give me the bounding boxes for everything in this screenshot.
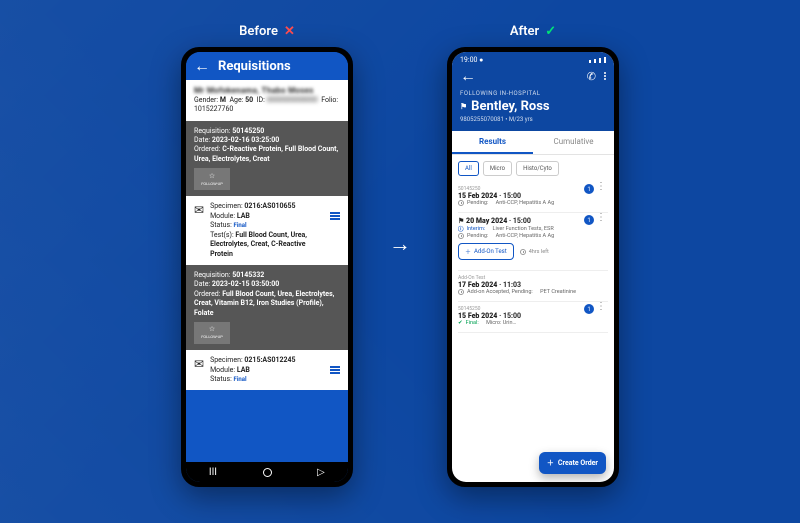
requisition-card[interactable]: Requisition: 50145332 Date: 2023-02-15 0… bbox=[186, 265, 348, 350]
followup-button[interactable]: ☆ FOLLOW-UP bbox=[194, 168, 230, 190]
tab-results[interactable]: Results bbox=[452, 131, 533, 154]
before-phone: ← Requisitions Mr Mofokenama, Thabo Mose… bbox=[181, 47, 353, 487]
id-label: ID: bbox=[257, 96, 265, 104]
status-time: 19:00 bbox=[460, 56, 477, 64]
result-card[interactable]: Add-On Test 17 Feb 2024 · 11:03 Add-on A… bbox=[458, 271, 608, 302]
before-caption: Before ✕ bbox=[239, 24, 295, 39]
kebab-icon[interactable]: ⋮ bbox=[596, 215, 606, 221]
tabs: Results Cumulative bbox=[452, 131, 614, 155]
create-order-button[interactable]: ＋ Create Order bbox=[539, 452, 606, 474]
clock-icon bbox=[458, 289, 464, 295]
signal-icon bbox=[589, 57, 606, 63]
plus-icon: ＋ bbox=[547, 458, 554, 468]
age-label: Age: bbox=[229, 96, 243, 104]
star-icon: ☆ bbox=[209, 326, 215, 333]
after-check-icon: ✓ bbox=[545, 24, 556, 39]
result-card[interactable]: ⚑ 20 May 2024 · 15:00 ⓘInterim: Liver Fu… bbox=[458, 213, 608, 271]
filter-chips: All Micro Histo/Cyto bbox=[458, 155, 608, 182]
android-navbar: III ◁ bbox=[186, 462, 348, 482]
tab-cumulative[interactable]: Cumulative bbox=[533, 131, 614, 154]
after-header: 19:00 ● ← ✆ FOLLOWING IN-HOSPITAL ⚑ Bent… bbox=[452, 52, 614, 131]
count-badge: 1 bbox=[584, 184, 594, 194]
after-phone: 19:00 ● ← ✆ FOLLOWING IN-HOSPITAL ⚑ Bent… bbox=[447, 47, 619, 487]
count-badge: 1 bbox=[584, 215, 594, 225]
flag-icon: ⚑ bbox=[460, 102, 467, 111]
patient-header: Mr Mofokenama, Thabo Moses Gender: M Age… bbox=[186, 80, 348, 121]
followup-button[interactable]: ☆ FOLLOW-UP bbox=[194, 322, 230, 344]
nav-back-icon[interactable]: ◁ bbox=[317, 467, 325, 478]
after-caption: After ✓ bbox=[510, 24, 556, 39]
nav-recent-icon[interactable]: III bbox=[209, 467, 217, 478]
specimen-card[interactable]: ✉ Specimen: 0215:AS012245 Module: LAB St… bbox=[186, 350, 348, 390]
back-icon[interactable]: ← bbox=[194, 58, 210, 74]
patient-name: Mr Mofokenama, Thabo Moses bbox=[194, 86, 340, 96]
age-value: 50 bbox=[245, 96, 253, 104]
patient-subtitle: FOLLOWING IN-HOSPITAL bbox=[460, 90, 606, 97]
flag-icon: ⚑ bbox=[458, 217, 464, 225]
info-icon: ⓘ bbox=[458, 225, 464, 233]
plus-icon: ＋ bbox=[465, 247, 471, 256]
patient-meta: 9805255070081 • M/23 yrs bbox=[460, 116, 606, 123]
count-badge: 1 bbox=[584, 304, 594, 314]
gender-value: M bbox=[220, 96, 226, 104]
kebab-icon[interactable]: ⋮ bbox=[596, 304, 606, 310]
patient-name: ⚑ Bentley, Ross bbox=[460, 99, 606, 114]
call-icon[interactable]: ✆ bbox=[587, 70, 596, 83]
appbar-title: Requisitions bbox=[218, 59, 291, 74]
id-value: 0000000000000 bbox=[267, 96, 318, 104]
result-card[interactable]: 50145250 15 Feb 2024 · 15:00 ✔Final: Mic… bbox=[458, 302, 608, 333]
folio-label: Folio: bbox=[321, 96, 338, 104]
back-icon[interactable]: ← bbox=[460, 68, 476, 84]
mail-icon[interactable]: ✉ bbox=[194, 202, 204, 218]
check-icon: ✔ bbox=[458, 320, 463, 326]
kebab-icon[interactable]: ⋮ bbox=[596, 184, 606, 190]
clock-icon bbox=[520, 249, 526, 255]
addon-button[interactable]: ＋Add-On Test bbox=[458, 243, 514, 260]
before-label: Before bbox=[239, 24, 278, 39]
nav-home-icon[interactable] bbox=[263, 468, 272, 477]
specimen-card[interactable]: ✉ Specimen: 0216:AS010655 Module: LAB St… bbox=[186, 196, 348, 265]
star-icon: ☆ bbox=[209, 173, 215, 180]
clock-icon bbox=[458, 200, 464, 206]
kebab-icon[interactable] bbox=[604, 72, 606, 80]
chip-all[interactable]: All bbox=[458, 161, 479, 176]
transition-arrow-icon: → bbox=[389, 24, 411, 464]
folio-value: 1015227760 bbox=[194, 105, 340, 114]
requisition-card[interactable]: Requisition: 50145250 Date: 2023-02-16 0… bbox=[186, 121, 348, 197]
chip-micro[interactable]: Micro bbox=[483, 161, 512, 176]
result-card[interactable]: 50145250 15 Feb 2024 · 15:00 Pending: An… bbox=[458, 182, 608, 213]
menu-icon[interactable] bbox=[330, 212, 340, 220]
addon-hint: 4hrs left bbox=[520, 249, 549, 255]
clock-icon bbox=[458, 233, 464, 239]
mail-icon[interactable]: ✉ bbox=[194, 356, 204, 372]
chip-histo[interactable]: Histo/Cyto bbox=[516, 161, 559, 176]
before-x-icon: ✕ bbox=[284, 24, 295, 39]
menu-icon[interactable] bbox=[330, 366, 340, 374]
gender-label: Gender: bbox=[194, 96, 218, 104]
status-bar: 19:00 ● bbox=[460, 56, 606, 64]
after-label: After bbox=[510, 24, 539, 39]
appbar: ← Requisitions bbox=[186, 52, 348, 80]
